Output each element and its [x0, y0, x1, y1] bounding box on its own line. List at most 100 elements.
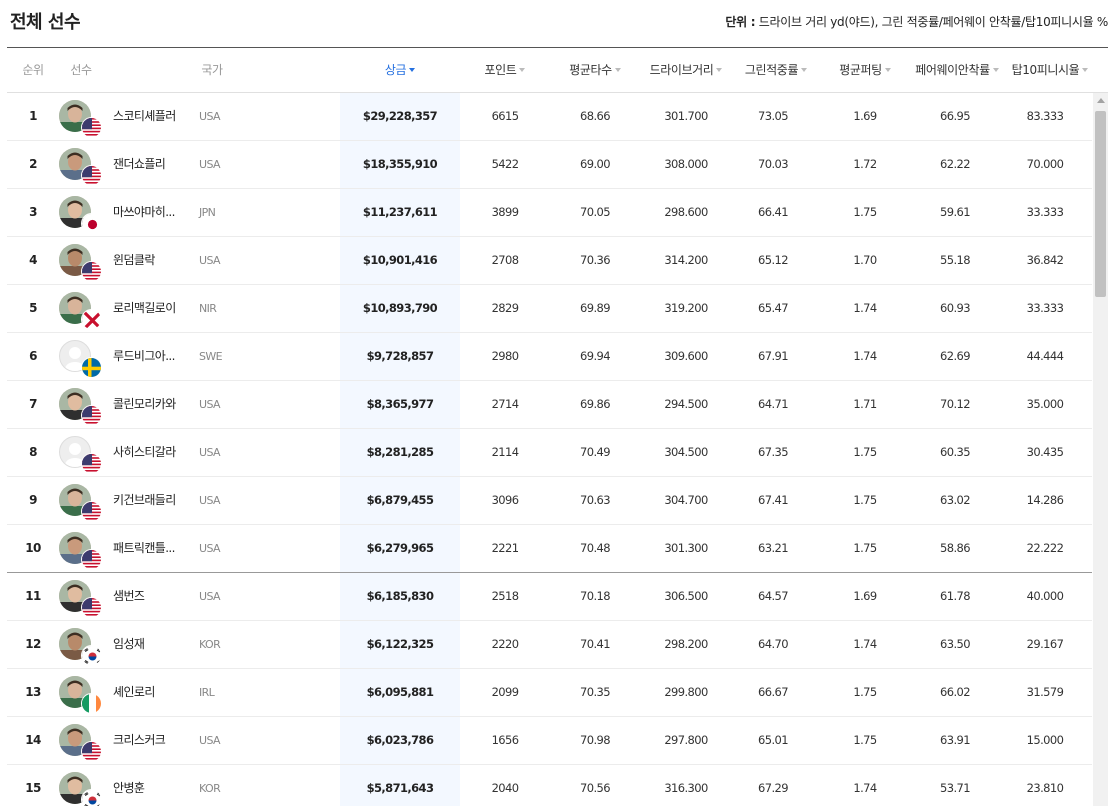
player-name-link[interactable]: 셰인로리	[113, 669, 193, 716]
player-name-link[interactable]: 크리스커크	[113, 717, 193, 764]
table-row[interactable]: 7 콜린모리카와 USA $8,365,977 2714 69.86 294.500 64.7…	[7, 381, 1092, 429]
sort-caret-icon	[519, 68, 526, 72]
player-avatar-group[interactable]	[59, 388, 103, 426]
player-avatar-group[interactable]	[59, 196, 103, 234]
rank-cell: 8	[29, 445, 37, 459]
player-avatar-group[interactable]	[59, 148, 103, 186]
player-name-link[interactable]: 임성재	[113, 621, 193, 668]
top10-rate-cell: 22.222	[1026, 541, 1064, 555]
table-row[interactable]: 3 마쓰야마히... JPN $11,237,611 3899 70.05 298.600 6…	[7, 189, 1092, 237]
title-bar: 전체 선수 단위 : 드라이브 거리 yd(야드), 그린 적중률/페어웨이 안…	[0, 0, 1118, 48]
player-avatar-group[interactable]	[59, 676, 103, 714]
table-row[interactable]: 14 크리스커크 USA $6,023,786 1656 70.98 297.800 65.0…	[7, 717, 1092, 765]
usa-flag-icon	[81, 453, 102, 474]
green-hit-cell: 64.70	[758, 637, 789, 651]
usa-flag-icon	[81, 405, 102, 426]
fairway-cell: 63.02	[940, 493, 971, 507]
sort-header-drive[interactable]: 드라이브거리	[639, 48, 733, 92]
rank-cell: 13	[25, 685, 41, 699]
sort-header-money[interactable]: 상금	[340, 48, 460, 92]
table-row[interactable]: 1 스코티셰플러 USA $29,228,357 6615 68.66 301.700 73.…	[7, 93, 1092, 141]
player-avatar-group[interactable]	[59, 340, 103, 378]
scrollbar-thumb[interactable]	[1095, 111, 1106, 297]
player-avatar-group[interactable]	[59, 580, 103, 618]
fairway-cell: 62.22	[940, 157, 971, 171]
table-row[interactable]: 11 샘번즈 USA $6,185,830 2518 70.18 306.500 64.57 1…	[7, 573, 1092, 621]
table-row[interactable]: 5 로리맥길로이 NIR $10,893,790 2829 69.89 319.200 65.…	[7, 285, 1092, 333]
green-hit-cell: 65.01	[758, 733, 789, 747]
top10-rate-cell: 35.000	[1026, 397, 1064, 411]
points-cell: 2221	[491, 541, 519, 555]
drive-distance-cell: 316.300	[664, 781, 708, 795]
player-avatar-group[interactable]	[59, 724, 103, 762]
player-name-link[interactable]: 스코티셰플러	[113, 93, 193, 140]
player-name-link[interactable]: 잰더쇼플리	[113, 141, 193, 188]
avg-score-cell: 70.63	[580, 493, 611, 507]
table-row[interactable]: 13 셰인로리 IRL $6,095,881 2099 70.35 299.800 66.67…	[7, 669, 1092, 717]
top10-rate-cell: 30.435	[1026, 445, 1064, 459]
money-cell: $29,228,357	[362, 109, 438, 123]
top10-rate-cell: 29.167	[1026, 637, 1064, 651]
usa-flag-icon	[81, 549, 102, 570]
sort-header-putting[interactable]: 평균퍼팅	[827, 48, 903, 92]
player-avatar-group[interactable]	[59, 244, 103, 282]
table-row[interactable]: 15 안병훈 KOR $5,871,643 2040 70.56 316.300 67.29 1…	[7, 765, 1092, 806]
player-name-link[interactable]: 로리맥길로이	[113, 285, 193, 332]
rank-cell: 3	[29, 205, 37, 219]
player-name-link[interactable]: 윈덤클락	[113, 237, 193, 284]
player-avatar-group[interactable]	[59, 100, 103, 138]
points-cell: 2829	[491, 301, 519, 315]
avg-putting-cell: 1.74	[853, 349, 877, 363]
table-row[interactable]: 9 키건브래들리 USA $6,879,455 3096 70.63 304.700 67.4…	[7, 477, 1092, 525]
player-avatar-group[interactable]	[59, 628, 103, 666]
table-row[interactable]: 10 패트릭캔틀... USA $6,279,965 2221 70.48 301.300 6…	[7, 525, 1092, 573]
player-avatar-group[interactable]	[59, 532, 103, 570]
header-fairway-label: 페어웨이안착률	[915, 63, 990, 77]
player-name-link[interactable]: 안병훈	[113, 765, 193, 806]
sort-header-top10[interactable]: 탑10피니시율	[1005, 48, 1095, 92]
rank-cell: 5	[29, 301, 37, 315]
sort-caret-icon	[716, 68, 723, 72]
table-row[interactable]: 12 임성재 KOR $6,122,325 2220 70.41 298.200 64.70 1…	[7, 621, 1092, 669]
player-avatar-group[interactable]	[59, 772, 103, 806]
avg-score-cell: 69.00	[580, 157, 611, 171]
player-avatar-group[interactable]	[59, 484, 103, 522]
player-name-link[interactable]: 샘번즈	[113, 573, 193, 620]
rank-cell: 4	[29, 253, 37, 267]
sort-header-avg-score[interactable]: 평균타수	[555, 48, 635, 92]
money-cell: $10,893,790	[362, 301, 438, 315]
fairway-cell: 53.71	[940, 781, 971, 795]
green-hit-cell: 66.67	[758, 685, 789, 699]
sort-header-points[interactable]: 포인트	[467, 48, 543, 92]
top10-rate-cell: 33.333	[1026, 301, 1064, 315]
sort-header-fairway[interactable]: 페어웨이안착률	[907, 48, 1007, 92]
money-cell: $10,901,416	[362, 253, 438, 267]
money-cell: $8,281,285	[366, 445, 434, 459]
sort-header-green[interactable]: 그린적중률	[735, 48, 817, 92]
avg-score-cell: 69.86	[580, 397, 611, 411]
table-row[interactable]: 4 윈덤클락 USA $10,901,416 2708 70.36 314.200 65.12…	[7, 237, 1092, 285]
player-name-link[interactable]: 패트릭캔틀...	[113, 525, 193, 572]
usa-flag-icon	[81, 117, 102, 138]
vertical-scrollbar[interactable]	[1093, 93, 1108, 806]
table-row[interactable]: 8 사히스티갈라 USA $8,281,285 2114 70.49 304.500 67.3…	[7, 429, 1092, 477]
player-avatar-group[interactable]	[59, 436, 103, 474]
header-rank: 순위	[22, 63, 44, 77]
nation-cell: USA	[199, 734, 221, 747]
player-name-link[interactable]: 사히스티갈라	[113, 429, 193, 476]
avg-score-cell: 68.66	[580, 109, 611, 123]
player-name-link[interactable]: 키건브래들리	[113, 477, 193, 524]
green-hit-cell: 67.29	[758, 781, 789, 795]
player-name-link[interactable]: 루드비그아...	[113, 333, 193, 380]
table-row[interactable]: 6 루드비그아... SWE $9,728,857 2980 69.94 309.600 67…	[7, 333, 1092, 381]
scroll-up-arrow-icon[interactable]	[1097, 98, 1105, 103]
player-avatar-group[interactable]	[59, 292, 103, 330]
player-name-link[interactable]: 마쓰야마히...	[113, 189, 193, 236]
nation-cell: USA	[199, 494, 221, 507]
fairway-cell: 70.12	[940, 397, 971, 411]
sort-caret-icon	[884, 68, 891, 72]
player-name-link[interactable]: 콜린모리카와	[113, 381, 193, 428]
usa-flag-icon	[81, 261, 102, 282]
table-row[interactable]: 2 잰더쇼플리 USA $18,355,910 5422 69.00 308.000 70.0…	[7, 141, 1092, 189]
top10-rate-cell: 31.579	[1026, 685, 1064, 699]
